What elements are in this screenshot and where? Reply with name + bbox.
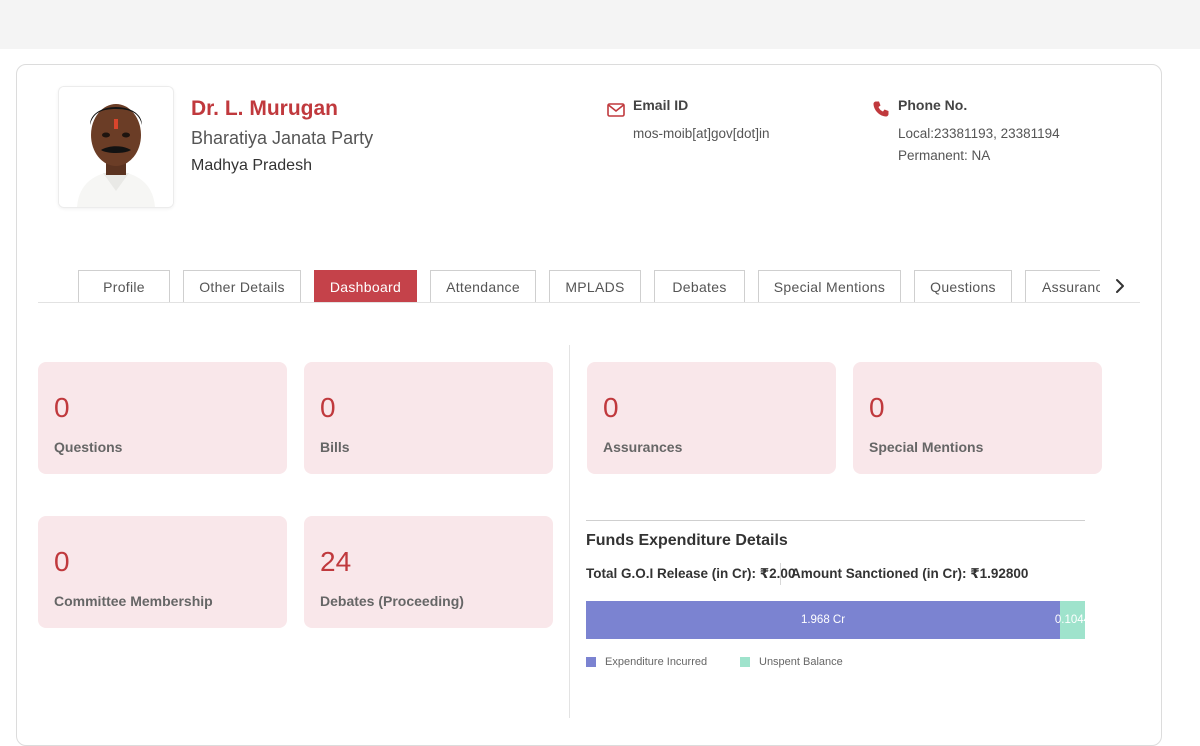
tab-other-details[interactable]: Other Details [183,270,301,302]
stat-card-assurances[interactable]: 0 Assurances [587,362,836,474]
section-divider [569,345,570,718]
member-state: Madhya Pradesh [191,157,312,174]
stat-card-bills[interactable]: 0 Bills [304,362,553,474]
member-portrait-image [59,87,173,207]
member-name: Dr. L. Murugan [191,97,338,120]
tab-assurances[interactable]: Assurances [1025,270,1100,302]
member-party: Bharatiya Janata Party [191,128,374,148]
tab-questions[interactable]: Questions [914,270,1012,302]
phone-title: Phone No. [898,97,968,113]
legend-swatch [740,657,750,667]
funds-stacked-bar: 1.968 Cr 0.1044 [586,601,1090,639]
funds-separator [780,563,781,585]
top-header-bar [0,0,1200,49]
bar-segment-expenditure[interactable]: 1.968 Cr [586,601,1060,639]
legend-swatch [586,657,596,667]
funds-goi-release: Total G.O.I Release (in Cr): ₹2.00 [586,566,796,581]
bar-segment-unspent[interactable]: 0.1044 [1055,601,1090,639]
stat-value: 0 [54,392,70,423]
tab-special-mentions[interactable]: Special Mentions [758,270,901,302]
member-photo [58,86,174,208]
chevron-right-icon[interactable] [1110,276,1130,296]
stat-value: 24 [320,546,352,577]
stat-card-questions[interactable]: 0 Questions [38,362,287,474]
email-icon [607,103,625,117]
tab-profile[interactable]: Profile [78,270,170,302]
stat-value: 0 [869,392,885,423]
stat-label: Debates (Proceeding) [320,593,464,609]
stat-card-debates[interactable]: 24 Debates (Proceeding) [304,516,553,628]
tab-dashboard[interactable]: Dashboard [314,270,417,302]
funds-section-rule [586,520,1085,521]
stat-label: Bills [320,439,350,455]
funds-amount-sanctioned: Amount Sanctioned (in Cr): ₹1.92800 [791,566,1029,581]
stat-card-committee-membership[interactable]: 0 Committee Membership [38,516,287,628]
phone-local: Local:23381193, 23381194 [898,126,1060,141]
stat-label: Questions [54,439,123,455]
funds-title: Funds Expenditure Details [586,532,788,549]
stat-label: Assurances [603,439,683,455]
tab-strip: Profile Other Details Dashboard Attendan… [78,270,1100,303]
tab-mplads[interactable]: MPLADS [549,270,641,302]
email-value: mos-moib[at]gov[dot]in [633,126,770,141]
stat-label: Committee Membership [54,593,213,609]
email-title: Email ID [633,97,689,113]
phone-icon [873,101,889,117]
phone-permanent: Permanent: NA [898,148,991,163]
stat-card-special-mentions[interactable]: 0 Special Mentions [853,362,1102,474]
legend-label: Expenditure Incurred [605,656,708,668]
tab-debates[interactable]: Debates [654,270,745,302]
stat-value: 0 [54,546,70,577]
tab-attendance[interactable]: Attendance [430,270,536,302]
legend-item-unspent[interactable]: Unspent Balance [740,656,843,668]
stat-value: 0 [603,392,619,423]
stat-value: 0 [320,392,336,423]
legend-label: Unspent Balance [759,656,843,668]
stat-label: Special Mentions [869,439,984,455]
legend-item-expenditure[interactable]: Expenditure Incurred [586,656,707,668]
